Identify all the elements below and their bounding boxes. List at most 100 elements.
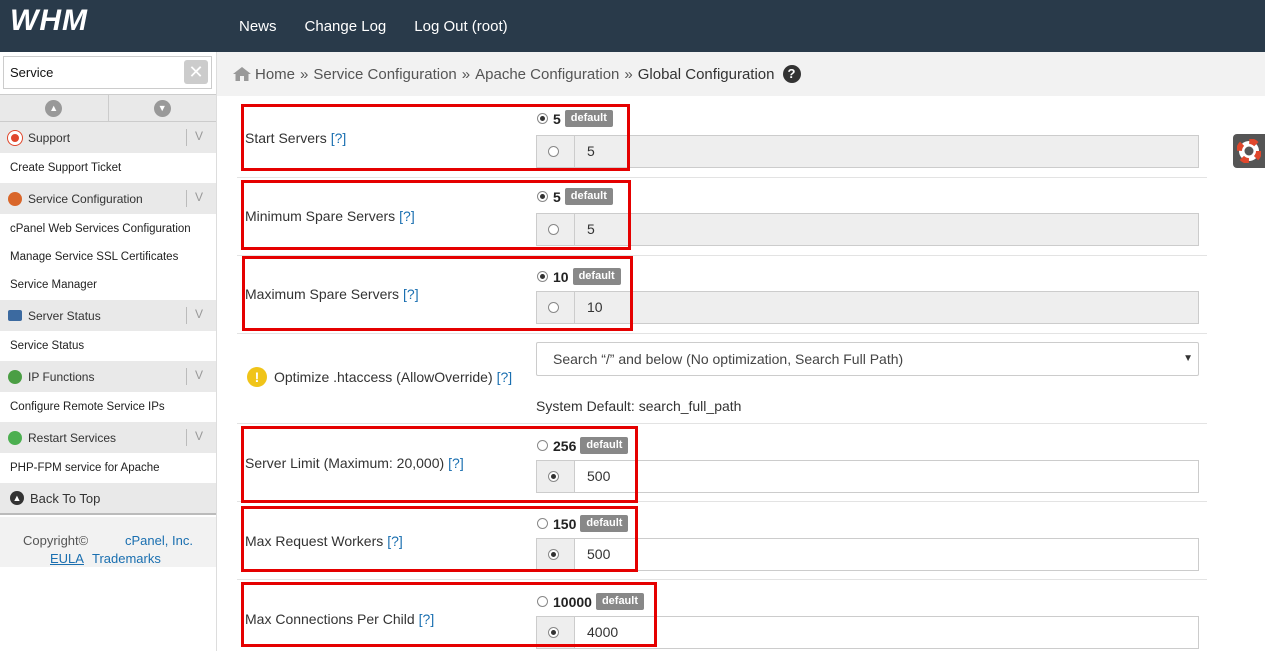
setting-row-max-spare-servers: Maximum Spare Servers [?] 10 default 10 [237,256,1207,334]
setting-row-max-connections: Max Connections Per Child [?] 10000 defau… [237,580,1207,651]
default-option[interactable]: 10 default [537,268,621,285]
max-workers-input[interactable]: 500 [575,539,1198,570]
custom-value-field: 500 [536,460,1199,493]
chevron-down-icon[interactable]: V [195,129,203,143]
max-spare-label: Maximum Spare Servers [245,286,400,302]
custom-radio[interactable] [547,302,559,313]
help-link[interactable]: [?] [403,286,419,302]
nav-logout[interactable]: Log Out (root) [414,18,507,35]
help-link[interactable]: [?] [448,455,464,471]
htaccess-selected: Search “/” and below (No optimization, S… [553,351,904,367]
start-servers-input[interactable]: 5 [575,136,1198,167]
chevron-down-icon[interactable]: V [195,307,203,321]
collapse-all-button[interactable]: ▲ [0,95,109,121]
default-option[interactable]: 150 default [537,515,629,532]
default-radio[interactable] [537,596,548,607]
sidebar-link-remote-service-ips[interactable]: Configure Remote Service IPs [10,401,165,413]
sidebar-footer: Copyright© cPanel, Inc. EULA Trademarks [0,517,216,567]
chevron-down-icon[interactable]: V [195,368,203,382]
default-value: 256 [553,437,577,454]
nav-change-log[interactable]: Change Log [305,18,387,35]
sidebar-link-manage-ssl[interactable]: Manage Service SSL Certificates [10,251,178,263]
custom-value-field: 5 [536,135,1199,168]
default-badge: default [564,188,613,205]
breadcrumb-home[interactable]: Home [255,66,295,83]
home-icon[interactable] [233,67,251,81]
default-badge: default [564,110,613,127]
warning-icon: ! [247,367,267,387]
min-spare-label: Minimum Spare Servers [245,208,396,224]
custom-value-field: 4000 [536,616,1199,649]
sidebar-link-cpanel-web-services[interactable]: cPanel Web Services Configuration [10,223,191,235]
wrench-icon [8,191,22,206]
server-limit-input[interactable]: 500 [575,461,1198,492]
chevron-down-icon[interactable]: V [195,429,203,443]
default-option[interactable]: 10000 default [537,593,644,610]
custom-value-field: 5 [536,213,1199,246]
default-option[interactable]: 5 default [537,110,613,127]
setting-row-max-request-workers: Max Request Workers [?] 150 default 500 [237,502,1207,580]
default-radio[interactable] [537,113,548,124]
trademarks-link[interactable]: Trademarks [92,551,161,566]
max-spare-input[interactable]: 10 [575,292,1198,323]
default-radio[interactable] [537,518,548,529]
default-radio[interactable] [537,191,548,202]
lifebuoy-icon [8,130,22,145]
default-option[interactable]: 256 default [537,437,629,454]
default-radio[interactable] [537,440,548,451]
sidebar-link-create-support-ticket[interactable]: Create Support Ticket [10,162,121,174]
clear-search-icon[interactable]: ✕ [184,60,208,84]
sidebar-link-php-fpm[interactable]: PHP-FPM service for Apache [10,462,160,474]
cpanel-link[interactable]: cPanel, Inc. [125,533,193,548]
custom-radio[interactable] [547,471,559,482]
setting-row-server-limit: Server Limit (Maximum: 20,000) [?] 256 de… [237,424,1207,502]
sidebar-section-restart-services[interactable]: Restart Services V [0,422,216,453]
breadcrumb-service-configuration[interactable]: Service Configuration [313,66,456,83]
arrow-up-icon: ▲ [10,491,24,505]
eula-link[interactable]: EULA [50,551,84,566]
arrow-down-icon: ▼ [153,99,171,117]
custom-value-field: 500 [536,538,1199,571]
default-option[interactable]: 5 default [537,188,613,205]
help-link[interactable]: [?] [399,208,415,224]
help-link[interactable]: [?] [387,533,403,549]
custom-radio[interactable] [547,224,559,235]
max-workers-label: Max Request Workers [245,533,384,549]
sidebar-section-ip-functions[interactable]: IP Functions V [0,361,216,392]
breadcrumb-apache-configuration[interactable]: Apache Configuration [475,66,619,83]
default-value: 5 [553,188,561,205]
copyright-text: Copyright© [23,533,89,548]
sidebar-search-input[interactable] [4,57,179,88]
default-badge: default [580,437,629,454]
sidebar: ✕ ▲ ▼ Support V Create Support Ticket Se… [0,52,217,651]
max-conn-input[interactable]: 4000 [575,617,1198,648]
sidebar-section-service-configuration[interactable]: Service Configuration V [0,183,216,214]
sidebar-section-title: Service Configuration [28,191,143,206]
help-link[interactable]: [?] [419,611,435,627]
sidebar-search: ✕ [3,56,212,89]
help-link[interactable]: [?] [497,369,513,385]
support-lifebuoy-button[interactable] [1233,134,1265,168]
default-badge: default [595,593,644,610]
back-to-top-button[interactable]: ▲ Back To Top [0,483,216,515]
custom-radio[interactable] [547,146,559,157]
expand-all-button[interactable]: ▼ [109,95,217,121]
default-badge: default [580,515,629,532]
sidebar-link-service-manager[interactable]: Service Manager [10,279,97,291]
sidebar-link-service-status[interactable]: Service Status [10,340,84,352]
custom-radio[interactable] [547,549,559,560]
help-icon[interactable]: ? [782,65,801,83]
whm-logo[interactable]: WHM [10,4,88,38]
help-link[interactable]: [?] [331,130,347,146]
custom-radio[interactable] [547,627,559,638]
chevron-down-icon[interactable]: V [195,190,203,204]
sidebar-section-support[interactable]: Support V [0,122,216,153]
default-radio[interactable] [537,271,548,282]
default-value: 5 [553,110,561,127]
ip-icon [8,369,22,384]
sidebar-section-server-status[interactable]: Server Status V [0,300,216,331]
setting-row-min-spare-servers: Minimum Spare Servers [?] 5 default 5 [237,178,1207,256]
min-spare-input[interactable]: 5 [575,214,1198,245]
nav-news[interactable]: News [239,18,277,35]
htaccess-select[interactable]: Search “/” and below (No optimization, S… [536,342,1199,376]
